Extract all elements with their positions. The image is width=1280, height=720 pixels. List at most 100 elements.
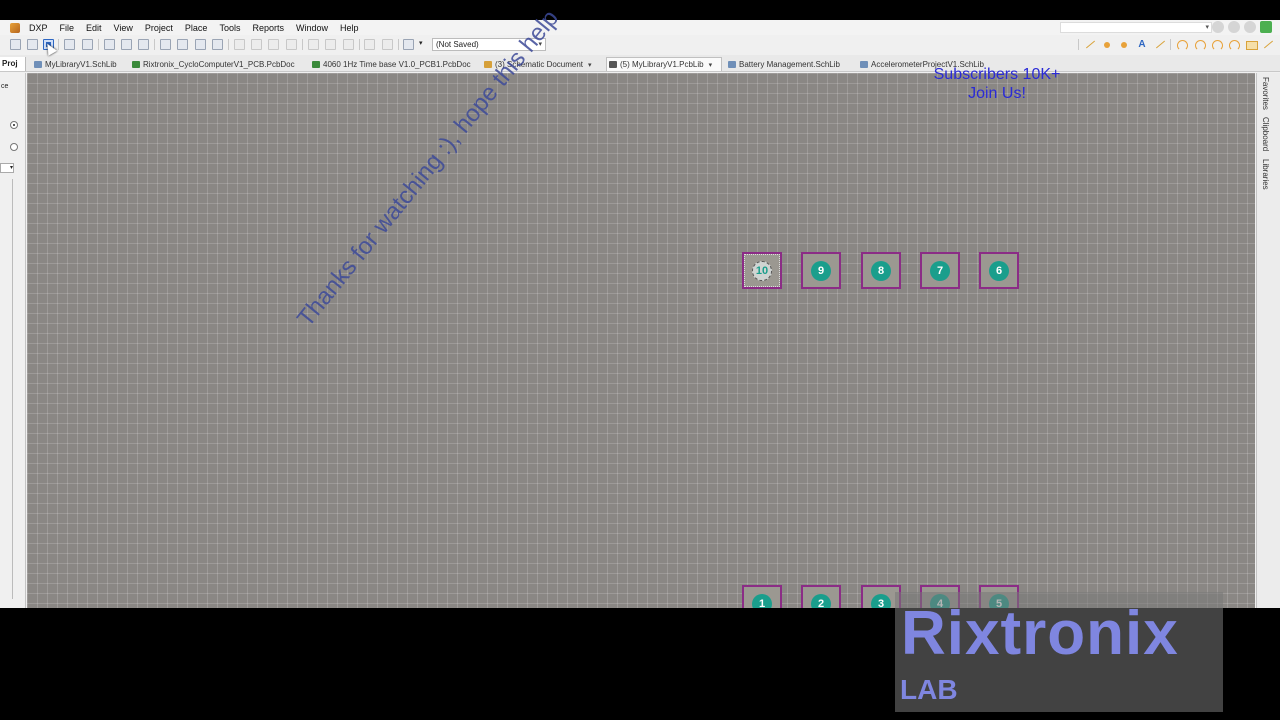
toolbar-separator — [58, 39, 59, 50]
select-area-icon[interactable] — [308, 39, 319, 50]
panel-label: ce — [1, 83, 9, 90]
back-icon[interactable] — [1212, 21, 1224, 33]
schlib-icon — [728, 61, 736, 68]
tab-mylibraryv1-schlib[interactable]: MyLibraryV1.SchLib — [32, 58, 126, 71]
dxp-logo-icon — [10, 22, 20, 33]
menu-reports[interactable]: Reports — [246, 23, 290, 33]
libraries-panel-tab[interactable]: Libraries — [1261, 159, 1270, 190]
pad-7[interactable]: 7 — [920, 252, 960, 289]
toolbar-separator — [228, 39, 229, 50]
arc-any-icon[interactable] — [1211, 39, 1223, 51]
rixtronix-lab-logo: Rixtronix LAB — [895, 592, 1223, 712]
undo-icon[interactable] — [364, 39, 375, 50]
toolbar-separator — [302, 39, 303, 50]
tab-battery-management-schlib[interactable]: Battery Management.SchLib — [726, 58, 854, 71]
projects-panel: ce ▾ — [0, 73, 26, 608]
radio-option-1[interactable] — [10, 121, 18, 129]
radio-option-2[interactable] — [10, 143, 18, 151]
tab-mylibraryv1-pcblib[interactable]: (5) MyLibraryV1.PcbLib ▾ — [606, 57, 722, 71]
brand-name: Rixtronix — [901, 599, 1179, 668]
cut-icon[interactable] — [234, 39, 245, 50]
forward-icon[interactable] — [1228, 21, 1240, 33]
pcbdoc-icon — [132, 61, 140, 68]
right-panel-strip: Favorites Clipboard Libraries — [1256, 73, 1280, 608]
toolbar-separator — [98, 39, 99, 50]
tab-cyclocomputer-pcbdoc[interactable]: Rixtronix_CycloComputerV1_PCB.PcbDoc — [130, 58, 306, 71]
menu-file[interactable]: File — [54, 23, 81, 33]
redo-icon[interactable] — [382, 39, 393, 50]
panel-scrollbar[interactable] — [12, 179, 16, 599]
toolbar-separator — [359, 39, 360, 50]
subscribers-line: Subscribers 10K+ — [933, 66, 1061, 83]
place-region-icon[interactable] — [1262, 39, 1274, 50]
full-circle-icon[interactable] — [1228, 39, 1240, 51]
zoom-area-icon[interactable] — [177, 39, 188, 50]
tab-4060-timebase-pcbdoc[interactable]: 4060 1Hz Time base V1.0_PCB1.PcbDoc — [310, 58, 478, 71]
place-fill-icon[interactable] — [1245, 39, 1258, 50]
toolbar-separator — [154, 39, 155, 50]
go-icon[interactable] — [1260, 21, 1272, 33]
paste-icon[interactable] — [268, 39, 279, 50]
pad-2[interactable]: 2 — [801, 585, 841, 608]
document-tab-bar: Proj MyLibraryV1.SchLib Rixtronix_CycloC… — [0, 55, 1280, 72]
chevron-down-icon: ▾ — [588, 62, 592, 69]
open-file-icon[interactable] — [27, 39, 38, 50]
path-search-input[interactable]: ▾ — [1060, 22, 1212, 33]
variant-value: (Not Saved) — [436, 40, 479, 49]
folder-icon — [484, 61, 492, 68]
menu-tools[interactable]: Tools — [213, 23, 246, 33]
board-icon[interactable] — [121, 39, 132, 50]
arc-center-icon[interactable] — [1194, 39, 1206, 51]
rubber-stamp-icon[interactable] — [286, 39, 297, 50]
clipboard-panel-tab[interactable]: Clipboard — [1261, 117, 1270, 151]
place-pad-icon[interactable] — [1101, 39, 1113, 50]
zoom-selected-icon[interactable] — [195, 39, 206, 50]
move-icon[interactable] — [325, 39, 336, 50]
favorites-panel-tab[interactable]: Favorites — [1261, 77, 1270, 110]
toolbar-separator — [398, 39, 399, 50]
grid-icon[interactable] — [403, 39, 414, 50]
menu-help[interactable]: Help — [334, 23, 365, 33]
menu-edit[interactable]: Edit — [80, 23, 108, 33]
place-via-icon[interactable] — [1118, 39, 1130, 50]
schlib-icon — [860, 61, 868, 68]
deselect-icon[interactable] — [343, 39, 354, 50]
panel-combo[interactable]: ▾ — [0, 163, 14, 173]
print-icon[interactable] — [64, 39, 75, 50]
chevron-down-icon: ▾ — [1205, 24, 1209, 31]
chevron-down-icon: ▾ — [708, 62, 713, 69]
menu-place[interactable]: Place — [179, 23, 214, 33]
brand-sub: LAB — [900, 674, 958, 705]
arc-edge-icon[interactable] — [1176, 39, 1188, 51]
pad-8[interactable]: 8 — [861, 252, 901, 289]
menu-window[interactable]: Window — [290, 23, 334, 33]
chevron-down-icon[interactable]: ▾ — [419, 39, 423, 47]
layers-icon[interactable] — [104, 39, 115, 50]
place-string-icon[interactable]: A — [1136, 39, 1148, 50]
toolbar-separator — [1170, 39, 1171, 50]
zoom-filtered-icon[interactable] — [212, 39, 223, 50]
projects-panel-tab[interactable]: Proj — [0, 57, 26, 71]
folder-icon[interactable] — [138, 39, 149, 50]
home-icon[interactable] — [1244, 21, 1256, 33]
pad-9[interactable]: 9 — [801, 252, 841, 289]
set-origin-icon[interactable] — [1154, 39, 1166, 50]
nav-buttons — [1212, 21, 1272, 33]
subscribers-promo: Subscribers 10K+ Join Us! — [922, 65, 1072, 103]
pad-1[interactable]: 1 — [742, 585, 782, 608]
place-line-icon[interactable] — [1084, 39, 1096, 50]
menu-bar: DXP File Edit View Project Place Tools R… — [0, 20, 1280, 35]
menu-view[interactable]: View — [108, 23, 139, 33]
pcb-library-canvas[interactable]: 10 9 8 7 6 1 2 3 4 5 — [27, 73, 1255, 608]
pad-10[interactable]: 10 — [742, 252, 782, 289]
pad-6[interactable]: 6 — [979, 252, 1019, 289]
new-file-icon[interactable] — [10, 39, 21, 50]
altium-window: DXP File Edit View Project Place Tools R… — [0, 20, 1280, 608]
join-us-line: Join Us! — [968, 85, 1026, 102]
zoom-fit-icon[interactable] — [160, 39, 171, 50]
thanks-watermark: Thanks for watching :), hope this help — [292, 5, 564, 332]
print-preview-icon[interactable] — [82, 39, 93, 50]
menu-project[interactable]: Project — [139, 23, 179, 33]
menu-dxp[interactable]: DXP — [23, 23, 54, 33]
copy-icon[interactable] — [251, 39, 262, 50]
